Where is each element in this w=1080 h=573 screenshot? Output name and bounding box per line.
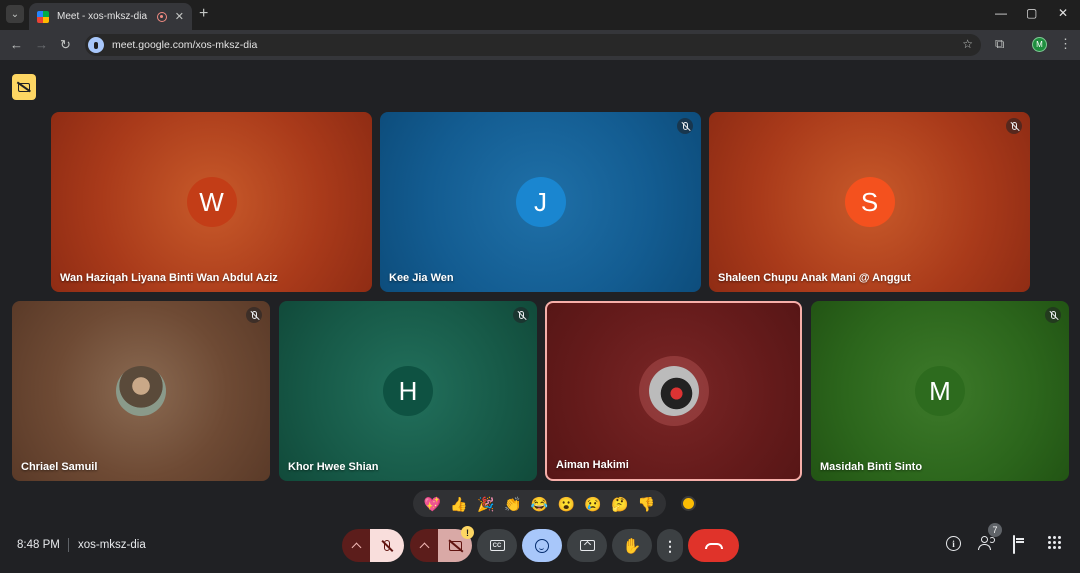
- extensions-puzzle-icon[interactable]: ⧉: [995, 36, 1004, 52]
- raise-hand-button[interactable]: ✋: [612, 529, 652, 562]
- participant-avatar: H: [383, 366, 433, 416]
- participant-tile[interactable]: M Masidah Binti Sinto: [811, 301, 1069, 481]
- active-speaker-tile[interactable]: Aiman Hakimi: [545, 301, 802, 481]
- apps-grid-icon: [1048, 536, 1061, 549]
- reactions-button[interactable]: [522, 529, 562, 562]
- activities-button[interactable]: [1048, 536, 1061, 549]
- url-text[interactable]: meet.google.com/xos-mksz-dia: [112, 39, 257, 51]
- participant-tile[interactable]: J Kee Jia Wen: [380, 112, 701, 292]
- chevron-up-icon: [351, 542, 361, 552]
- more-options-button[interactable]: ⋮: [657, 529, 683, 562]
- maximize-button[interactable]: ▢: [1026, 6, 1037, 20]
- back-arrow-icon[interactable]: ←: [10, 37, 23, 52]
- browser-titlebar: ⌄ Meet - xos-mksz-dia ✕ + — ▢ ✕: [0, 0, 1080, 30]
- reaction-party-icon[interactable]: 🎉: [477, 497, 494, 511]
- emoji-smile-icon: [535, 538, 549, 553]
- minimize-button[interactable]: —: [995, 6, 1007, 20]
- address-bar[interactable]: meet.google.com/xos-mksz-dia ☆: [85, 34, 981, 56]
- participant-count-badge: 7: [988, 523, 1002, 537]
- participant-avatar: W: [186, 177, 237, 227]
- microphone-toggle-button[interactable]: [370, 529, 404, 562]
- muted-mic-icon: [246, 307, 262, 323]
- participant-avatar: J: [515, 177, 566, 227]
- meeting-code: xos-mksz-dia: [78, 539, 146, 551]
- tab-search-chevron-icon[interactable]: ⌄: [6, 5, 24, 23]
- participant-tile[interactable]: S Shaleen Chupu Anak Mani @ Anggut: [709, 112, 1030, 292]
- raise-hand-icon: ✋: [622, 537, 642, 555]
- muted-mic-icon: [1045, 307, 1061, 323]
- chat-icon: [1013, 535, 1015, 554]
- participant-name: Masidah Binti Sinto: [820, 461, 923, 473]
- profile-avatar[interactable]: M: [1032, 37, 1047, 52]
- participant-tile[interactable]: H Khor Hwee Shian: [279, 301, 537, 481]
- reaction-thumbs-down-icon[interactable]: 👎: [638, 497, 655, 511]
- participant-name: Kee Jia Wen: [389, 272, 454, 284]
- participant-name: Aiman Hakimi: [556, 459, 629, 471]
- participant-tile[interactable]: W Wan Haziqah Liyana Binti Wan Abdul Azi…: [51, 112, 372, 292]
- reaction-thumbs-up-icon[interactable]: 👍: [450, 497, 467, 511]
- meeting-details-button[interactable]: i: [946, 536, 961, 551]
- reactions-bar: 💖 👍 🎉 👏 😂 😮 😢 🤔 👎: [413, 490, 666, 517]
- hang-up-icon: [704, 542, 723, 549]
- participant-name: Chriael Samuil: [21, 461, 98, 473]
- mic-off-icon: [384, 540, 390, 551]
- participant-photo-avatar: [648, 366, 699, 416]
- reaction-thinking-icon[interactable]: 🤔: [611, 497, 628, 511]
- present-screen-icon: [579, 540, 595, 551]
- participant-name: Wan Haziqah Liyana Binti Wan Abdul Aziz: [60, 272, 278, 284]
- participant-name: Shaleen Chupu Anak Mani @ Anggut: [718, 272, 911, 284]
- close-window-button[interactable]: ✕: [1058, 6, 1068, 20]
- participant-name: Khor Hwee Shian: [288, 461, 379, 473]
- chat-button[interactable]: [1013, 535, 1015, 554]
- present-screen-button[interactable]: [567, 529, 607, 562]
- browser-menu-icon[interactable]: ⋮: [1059, 36, 1072, 52]
- reaction-sad-icon[interactable]: 😢: [584, 497, 601, 511]
- participant-avatar: M: [915, 366, 965, 416]
- tab-close-icon[interactable]: ✕: [175, 10, 184, 23]
- forward-arrow-icon[interactable]: →: [35, 37, 48, 52]
- divider: [68, 538, 69, 552]
- recording-indicator-icon: [156, 11, 167, 22]
- audio-options-button[interactable]: [342, 529, 370, 562]
- muted-mic-icon: [513, 307, 529, 323]
- muted-mic-icon: [1006, 118, 1022, 134]
- skin-tone-picker-button[interactable]: [681, 496, 696, 511]
- reaction-heart-icon[interactable]: 💖: [424, 497, 441, 511]
- new-tab-button[interactable]: +: [199, 5, 208, 23]
- reaction-laugh-icon[interactable]: 😂: [531, 497, 548, 511]
- camera-off-icon: [448, 540, 462, 551]
- participant-photo-avatar: [116, 366, 166, 416]
- reaction-surprised-icon[interactable]: 😮: [557, 497, 574, 511]
- chevron-up-icon: [419, 542, 429, 552]
- muted-mic-icon: [677, 118, 693, 134]
- participant-avatar: S: [844, 177, 895, 227]
- captions-off-badge-icon[interactable]: [12, 74, 36, 100]
- leave-call-button[interactable]: [688, 529, 739, 562]
- reaction-clap-icon[interactable]: 👏: [504, 497, 521, 511]
- camera-warning-badge: !: [461, 526, 474, 539]
- bookmark-star-icon[interactable]: ☆: [962, 37, 973, 51]
- tab-title: Meet - xos-mksz-dia: [57, 11, 148, 22]
- meeting-clock: 8:48 PM: [17, 539, 60, 551]
- meet-favicon-icon: [37, 10, 49, 23]
- captions-button[interactable]: CC: [477, 529, 517, 562]
- browser-tab[interactable]: Meet - xos-mksz-dia ✕: [29, 3, 192, 30]
- site-mic-icon[interactable]: [88, 37, 104, 53]
- captions-icon: CC: [489, 540, 505, 551]
- reload-icon[interactable]: ↻: [60, 37, 71, 53]
- info-icon: i: [946, 536, 961, 551]
- more-vertical-icon: ⋮: [663, 537, 677, 554]
- participant-tile[interactable]: Chriael Samuil: [12, 301, 270, 481]
- video-options-button[interactable]: [410, 529, 438, 562]
